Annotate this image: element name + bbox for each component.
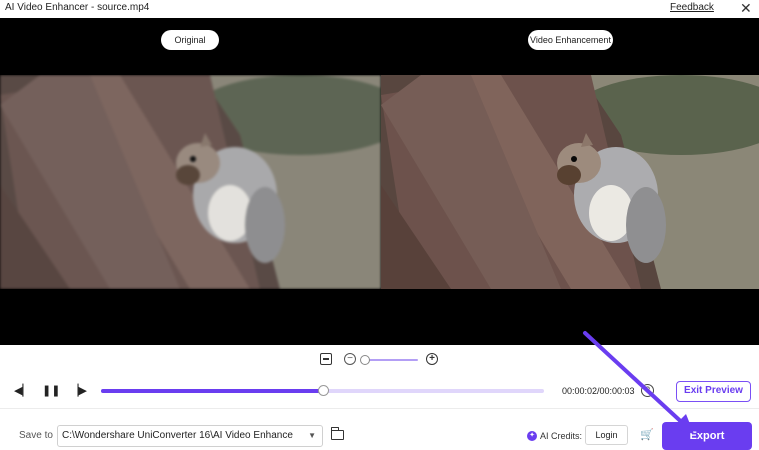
export-button[interactable]: Export (662, 422, 752, 450)
chevron-down-icon: ▼ (308, 431, 316, 440)
zoom-out-icon[interactable]: − (344, 353, 356, 365)
zoom-controls: − + (318, 352, 448, 368)
preview-viewer: Original Video Enhancement (0, 18, 759, 345)
zoom-slider-handle[interactable] (359, 355, 370, 365)
playback-controls: ◀▏ ❚❚ ▕▶ 00:00:02/00:00:03 ? Exit Previe… (0, 380, 759, 402)
fit-icon[interactable] (320, 353, 332, 365)
save-to-label: Save to (19, 430, 53, 441)
help-icon[interactable]: ? (641, 384, 654, 397)
ai-credits-label: AI Credits: (540, 431, 583, 441)
title-bar: AI Video Enhancer - source.mp4 Feedback … (0, 0, 759, 18)
enhancement-label: Video Enhancement (528, 30, 613, 50)
save-path-value: C:\Wondershare UniConverter 16\AI Video … (62, 430, 293, 441)
footer-bar: Save to C:\Wondershare UniConverter 16\A… (0, 420, 759, 450)
window-title: AI Video Enhancer - source.mp4 (5, 2, 150, 13)
progress-handle[interactable] (317, 385, 329, 396)
pause-icon[interactable]: ❚❚ (42, 384, 60, 398)
original-frame (0, 75, 381, 289)
previous-frame-icon[interactable]: ◀▏ (14, 384, 31, 398)
folder-icon[interactable] (330, 427, 344, 440)
cart-icon[interactable]: 🛒 (640, 429, 654, 441)
close-icon[interactable]: ✕ (740, 0, 752, 16)
feedback-link[interactable]: Feedback (670, 2, 714, 13)
progress-fill (101, 389, 323, 393)
ai-credits-icon: ✦ (527, 431, 537, 441)
timecode: 00:00:02/00:00:03 (562, 386, 635, 396)
enhanced-frame (381, 75, 759, 289)
save-path-dropdown[interactable]: C:\Wondershare UniConverter 16\AI Video … (57, 425, 323, 447)
next-frame-icon[interactable]: ▕▶ (70, 384, 87, 398)
divider (0, 408, 759, 409)
original-label: Original (161, 30, 219, 50)
login-button[interactable]: Login (585, 425, 628, 445)
zoom-in-icon[interactable]: + (426, 353, 438, 365)
zoom-slider[interactable] (362, 359, 418, 361)
progress-bar[interactable] (101, 385, 544, 396)
exit-preview-button[interactable]: Exit Preview (676, 381, 751, 402)
